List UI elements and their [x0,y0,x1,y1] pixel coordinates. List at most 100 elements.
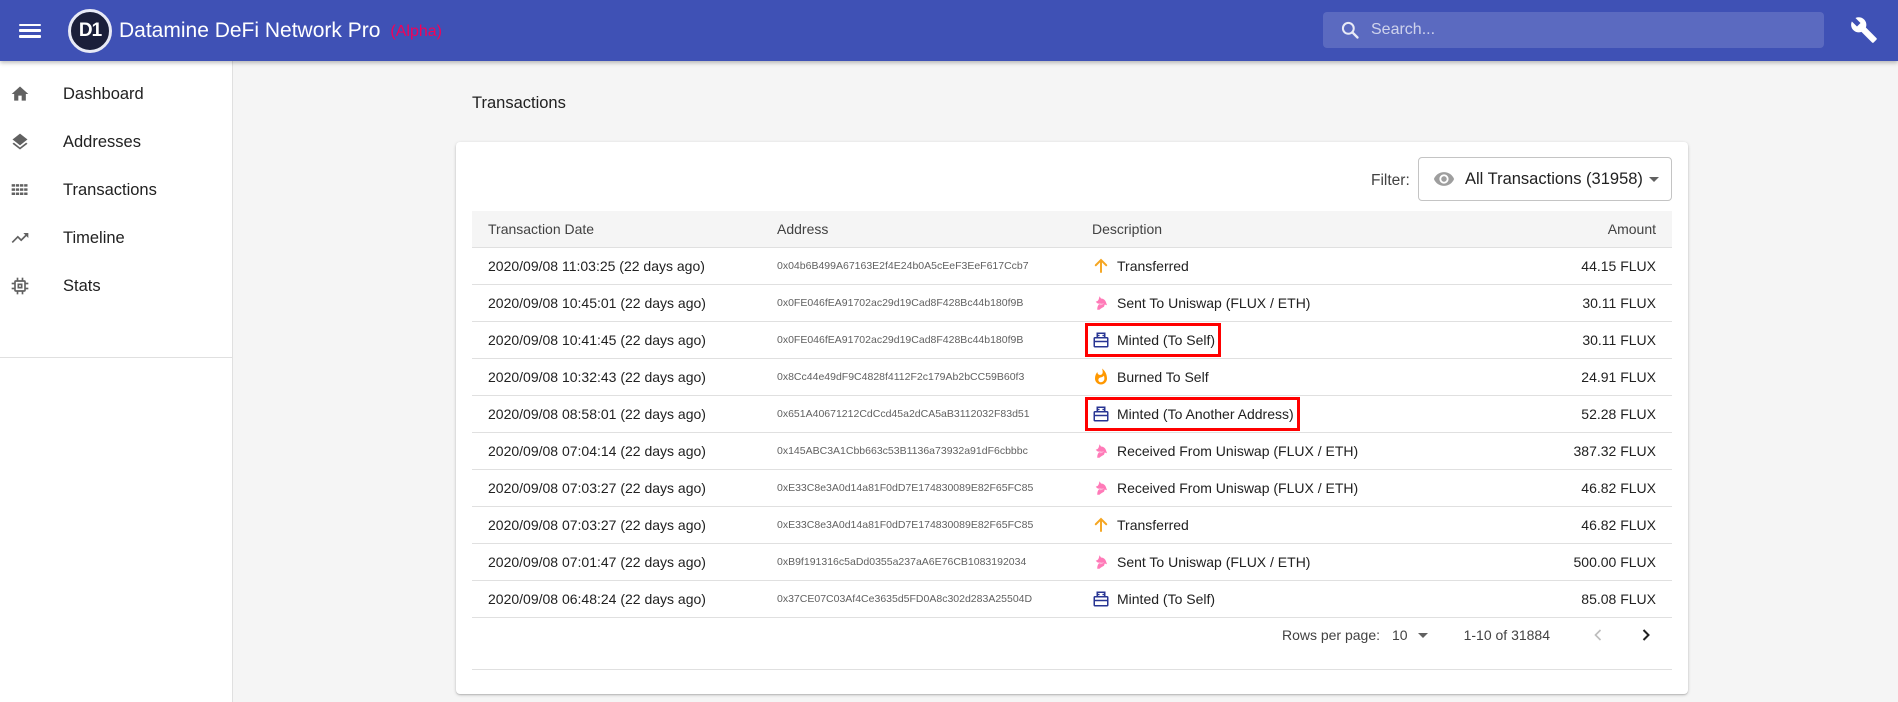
transaction-date: 2020/09/08 07:04:14 (22 days ago) [472,432,777,470]
transaction-description-cell: Minted (To Another Address) [1085,395,1512,433]
sidebar-item-stats[interactable]: Stats [0,262,232,310]
unicorn-icon [1091,441,1111,461]
search-input[interactable] [1371,21,1811,39]
chip-icon [9,275,31,297]
sidebar-item-label: Dashboard [63,84,144,103]
description-wrap: Received From Uniswap (FLUX / ETH) [1085,471,1364,505]
rows-per-page-value: 10 [1392,627,1408,643]
sidebar-divider [0,357,232,358]
unicorn-icon [1091,478,1111,498]
transaction-amount: 44.15 FLUX [1512,247,1672,285]
sidebar-item-dashboard[interactable]: Dashboard [0,70,232,118]
chevron-down-icon [1417,632,1428,638]
mint-icon [1091,589,1111,609]
table-row[interactable]: 2020/09/08 07:03:27 (22 days ago) 0xE33C8… [472,469,1672,507]
transaction-date: 2020/09/08 10:45:01 (22 days ago) [472,284,777,322]
transaction-date: 2020/09/08 07:03:27 (22 days ago) [472,506,777,544]
app-title: Datamine DeFi Network Pro [119,18,381,42]
transaction-description-cell: Minted (To Self) [1085,321,1512,359]
sidebar-item-transactions[interactable]: Transactions [0,166,232,214]
description-wrap: Transferred [1085,508,1195,542]
next-page-button[interactable] [1634,623,1658,647]
sidebar-item-label: Addresses [63,132,141,151]
sidebar-item-label: Stats [63,276,101,295]
previous-page-button[interactable] [1586,623,1610,647]
transaction-description: Transferred [1117,257,1189,274]
table-row[interactable]: 2020/09/08 07:04:14 (22 days ago) 0x145AB… [472,432,1672,470]
transaction-description-cell: Sent To Uniswap (FLUX / ETH) [1092,543,1512,581]
transaction-address[interactable]: 0x145ABC3A1Cbb663c53B1136a73932a91dF6cbb… [777,432,1092,470]
table-body: 2020/09/08 11:03:25 (22 days ago) 0x04b6B… [472,247,1672,618]
transaction-amount: 387.32 FLUX [1512,432,1672,470]
table-row[interactable]: 2020/09/08 10:45:01 (22 days ago) 0x0FE04… [472,284,1672,322]
column-header-description[interactable]: Description [1092,211,1512,248]
app-alpha-tag: (Alpha) [390,23,442,40]
eye-icon [1432,167,1456,191]
app-logo[interactable]: D1 [68,8,112,53]
table-row[interactable]: 2020/09/08 07:03:27 (22 days ago) 0xE33C8… [472,506,1672,544]
transaction-description: Minted (To Another Address) [1117,405,1294,422]
logo-text: D1 [78,19,102,41]
transaction-address[interactable]: 0xE33C8e3A0d14a81F0dD7E174830089E82F65FC… [777,506,1092,544]
rows-per-page-select[interactable]: 10 [1392,627,1428,643]
filter-select[interactable]: All Transactions (31958) [1418,157,1672,201]
transaction-amount: 24.91 FLUX [1512,358,1672,396]
arrow-up-icon [1091,515,1111,535]
highlight-box: Minted (To Another Address) [1085,396,1300,431]
card-divider [472,669,1672,670]
transaction-description-cell: Transferred [1092,247,1512,285]
sidebar-item-timeline[interactable]: Timeline [0,214,232,262]
transaction-address[interactable]: 0x0FE046fEA91702ac29d19Cad8F428Bc44b180f… [777,321,1092,359]
transaction-description: Received From Uniswap (FLUX / ETH) [1117,479,1359,496]
sidebar-item-label: Timeline [63,228,125,247]
menu-icon[interactable] [17,21,43,41]
wrench-icon[interactable] [1850,16,1878,44]
table-row[interactable]: 2020/09/08 07:01:47 (22 days ago) 0xB9f19… [472,543,1672,581]
search-icon [1339,19,1361,41]
transaction-date: 2020/09/08 11:03:25 (22 days ago) [472,247,777,285]
search-box[interactable] [1323,12,1824,48]
table-row[interactable]: 2020/09/08 10:41:45 (22 days ago) 0x0FE04… [472,321,1672,359]
table-row[interactable]: 2020/09/08 08:58:01 (22 days ago) 0x651A4… [472,395,1672,433]
table-row[interactable]: 2020/09/08 11:03:25 (22 days ago) 0x04b6B… [472,247,1672,285]
pagination: Rows per page: 10 1-10 of 31884 [472,612,1672,658]
sidebar: Dashboard Addresses Transactions Timelin… [0,61,233,702]
arrow-up-icon [1091,256,1111,276]
transaction-description: Received From Uniswap (FLUX / ETH) [1117,442,1359,459]
filter-label: Filter: [1371,172,1410,189]
transaction-address[interactable]: 0x04b6B499A67163E2f4E24b0A5cEeF3EeF617Cc… [777,247,1092,285]
transaction-address[interactable]: 0xB9f191316c5aDd0355a237aA6E76CB10831920… [777,543,1092,581]
transaction-date: 2020/09/08 07:01:47 (22 days ago) [472,543,777,581]
description-wrap: Sent To Uniswap (FLUX / ETH) [1085,286,1316,320]
transaction-amount: 46.82 FLUX [1512,506,1672,544]
column-header-date[interactable]: Transaction Date [472,211,777,248]
description-wrap: Received From Uniswap (FLUX / ETH) [1085,434,1364,468]
transaction-address[interactable]: 0x651A40671212CdCcd45a2dCA5aB3112032F83d… [777,395,1092,433]
unicorn-icon [1091,552,1111,572]
transaction-amount: 30.11 FLUX [1512,321,1672,359]
home-icon [9,83,31,105]
pagination-range: 1-10 of 31884 [1463,627,1550,643]
rows-per-page-label: Rows per page: [1281,627,1381,643]
column-header-amount[interactable]: Amount [1512,211,1672,248]
filter-value: All Transactions (31958) [1465,169,1643,188]
transaction-address[interactable]: 0x8Cc44e49dF9C4828f4112F2c179Ab2bCC59B60… [777,358,1092,396]
description-wrap: Sent To Uniswap (FLUX / ETH) [1085,545,1316,579]
transaction-description-cell: Received From Uniswap (FLUX / ETH) [1092,469,1512,507]
transaction-description: Transferred [1117,516,1189,533]
transaction-address[interactable]: 0xE33C8e3A0d14a81F0dD7E174830089E82F65FC… [777,469,1092,507]
highlight-box: Minted (To Self) [1085,322,1222,357]
transaction-description-cell: Received From Uniswap (FLUX / ETH) [1092,432,1512,470]
fire-icon [1091,367,1111,387]
transaction-address[interactable]: 0x0FE046fEA91702ac29d19Cad8F428Bc44b180f… [777,284,1092,322]
table-row[interactable]: 2020/09/08 10:32:43 (22 days ago) 0x8Cc44… [472,358,1672,396]
app-bar: D1 Datamine DeFi Network Pro (Alpha) [0,0,1898,61]
transaction-description: Minted (To Self) [1117,590,1216,607]
description-wrap: Burned To Self [1085,360,1215,394]
description-wrap: Transferred [1085,249,1195,283]
sidebar-item-addresses[interactable]: Addresses [0,118,232,166]
column-header-address[interactable]: Address [777,211,1092,248]
transaction-amount: 52.28 FLUX [1512,395,1672,433]
sidebar-item-label: Transactions [63,180,157,199]
transaction-date: 2020/09/08 10:41:45 (22 days ago) [472,321,777,359]
